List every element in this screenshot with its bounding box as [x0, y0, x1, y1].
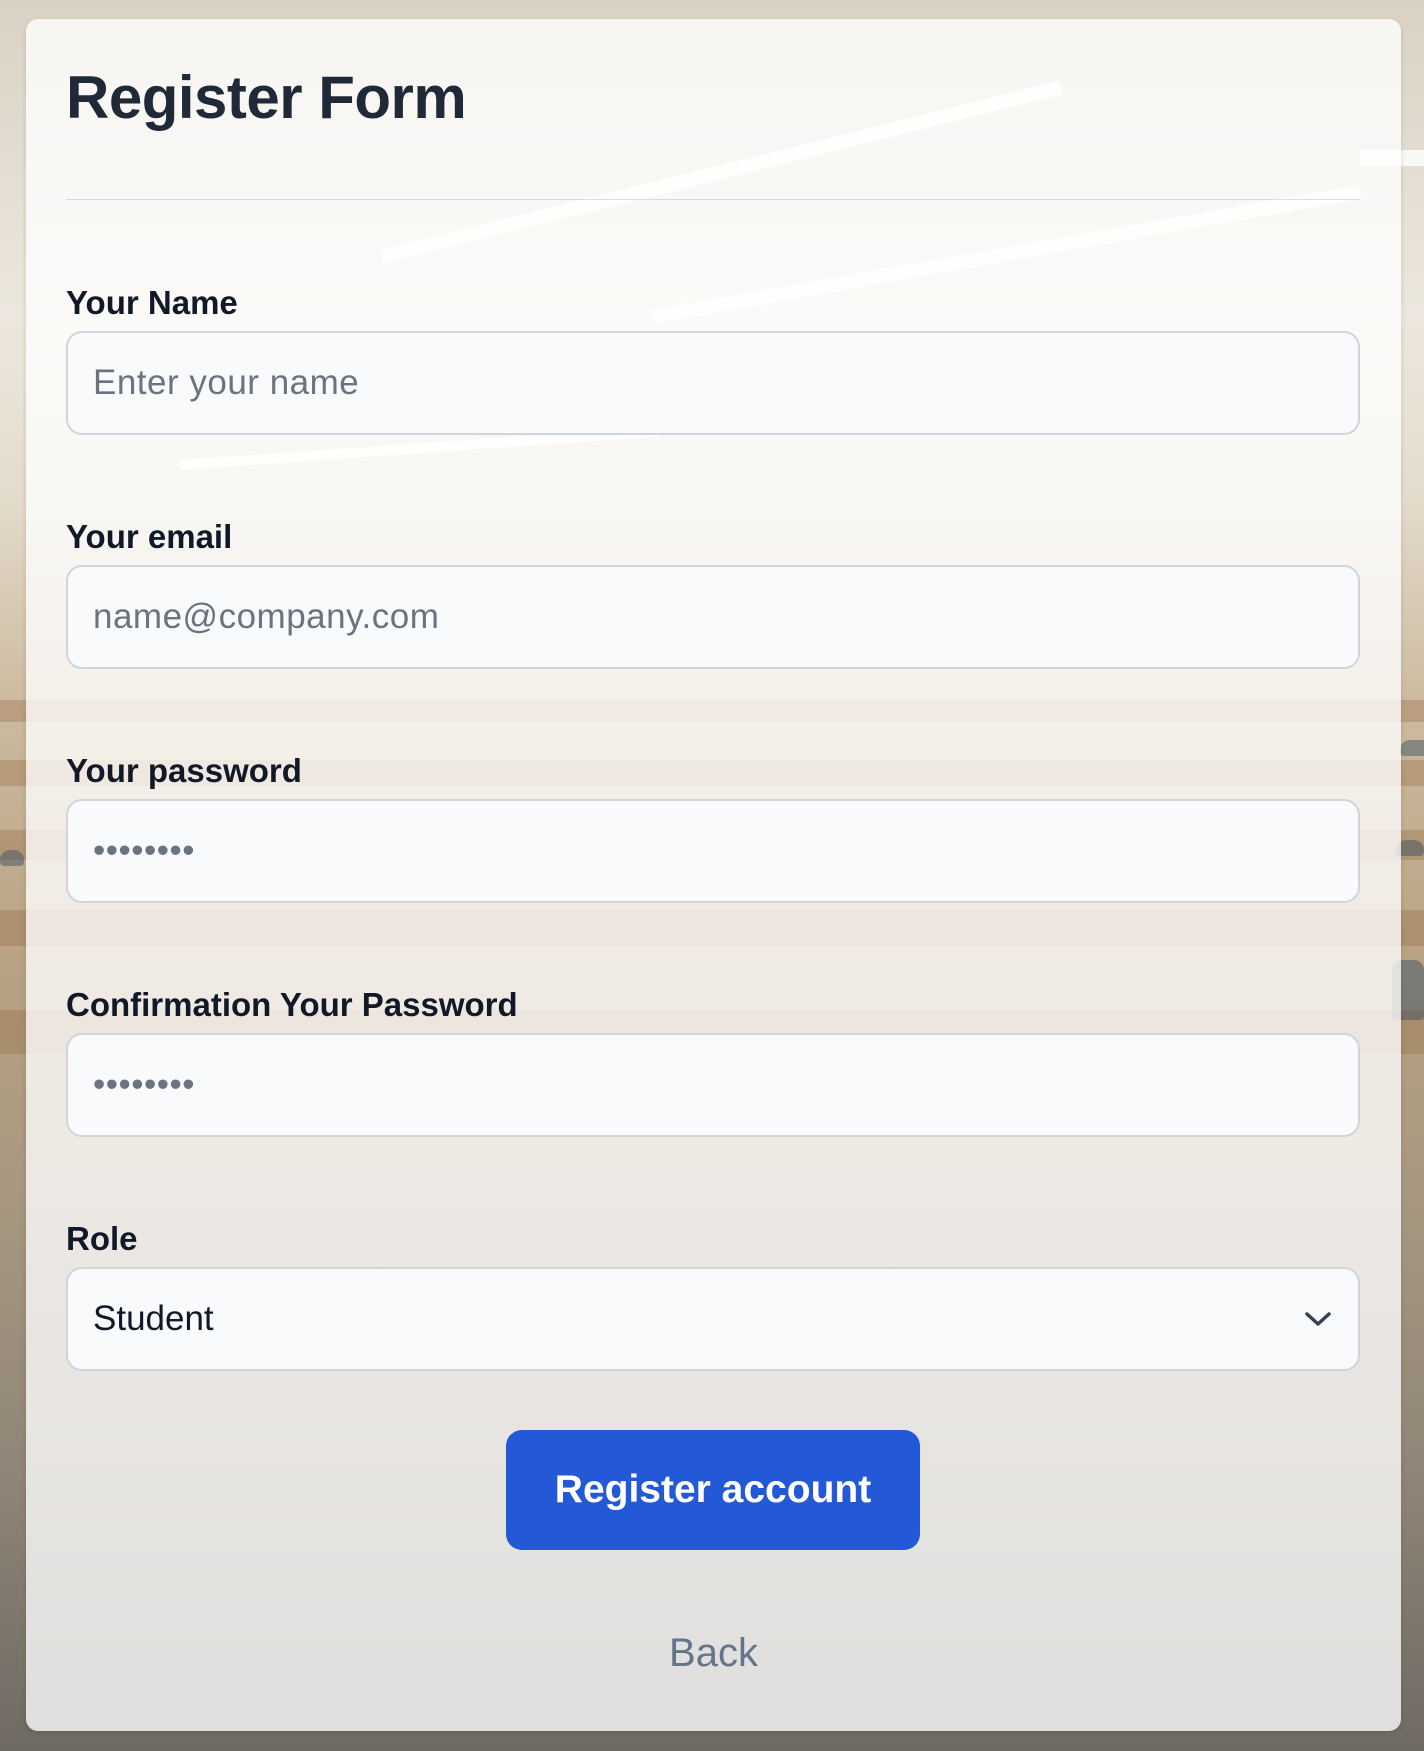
role-selected-value: Student: [93, 1299, 214, 1338]
chair: [0, 850, 24, 866]
divider: [66, 199, 1360, 200]
role-select[interactable]: Student: [66, 1267, 1360, 1371]
register-form-card: Register Form Your Name Your email Your …: [26, 19, 1401, 1731]
back-link[interactable]: Back: [26, 1631, 1401, 1676]
password-label: Your password: [66, 752, 302, 789]
email-input[interactable]: [66, 565, 1360, 669]
page-title: Register Form: [66, 64, 467, 131]
name-input[interactable]: [66, 331, 1360, 435]
chevron-down-icon: [1303, 1304, 1333, 1334]
confirm-password-input[interactable]: [66, 1033, 1360, 1137]
email-label: Your email: [66, 518, 233, 555]
role-label: Role: [66, 1220, 138, 1257]
password-input[interactable]: [66, 799, 1360, 903]
name-label: Your Name: [66, 284, 238, 321]
register-account-button[interactable]: Register account: [506, 1430, 920, 1550]
chair: [1400, 740, 1424, 756]
confirm-password-label: Confirmation Your Password: [66, 986, 518, 1023]
